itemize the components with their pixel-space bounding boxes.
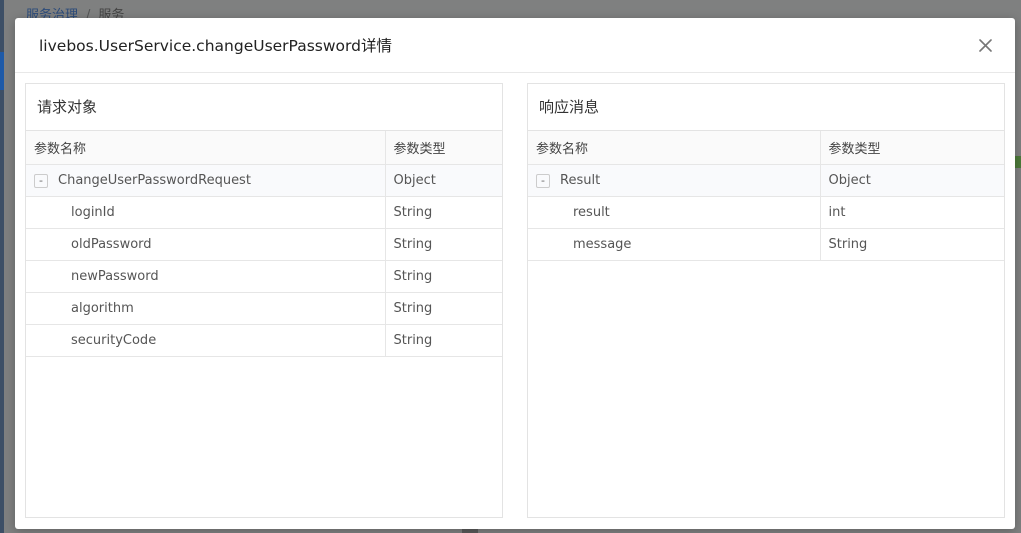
background-status-mark	[1015, 156, 1021, 168]
request-panel: 请求对象 参数名称 参数类型 - ChangeUserPasswordReques…	[25, 83, 503, 518]
table-row[interactable]: - Result Object	[528, 164, 1004, 197]
close-button[interactable]	[975, 35, 995, 55]
table-row[interactable]: result int	[528, 196, 1004, 229]
param-name: ChangeUserPasswordRequest	[58, 173, 251, 188]
param-name: result	[528, 196, 820, 229]
table-row[interactable]: newPassword String	[26, 260, 502, 293]
param-name: message	[528, 228, 820, 261]
modal-title: livebos.UserService.changeUserPassword详情	[39, 37, 392, 55]
response-panel: 响应消息 参数名称 参数类型 - Result Object result in…	[527, 83, 1005, 518]
column-header-type: 参数类型	[819, 131, 1004, 165]
table-row[interactable]: algorithm String	[26, 292, 502, 325]
table-row[interactable]: securityCode String	[26, 324, 502, 357]
param-name: Result	[560, 173, 601, 188]
response-params-table: 参数名称 参数类型 - Result Object result int mess…	[528, 131, 1004, 261]
param-type: String	[384, 260, 502, 293]
param-type: Object	[384, 164, 502, 197]
request-params-table: 参数名称 参数类型 - ChangeUserPasswordRequest Obj…	[26, 131, 502, 357]
table-header-row: 参数名称 参数类型	[528, 131, 1004, 165]
param-type: int	[819, 196, 1004, 229]
service-detail-modal: livebos.UserService.changeUserPassword详情…	[15, 18, 1015, 529]
table-row[interactable]: oldPassword String	[26, 228, 502, 261]
param-type: String	[384, 228, 502, 261]
param-name: loginId	[26, 196, 385, 229]
table-row[interactable]: loginId String	[26, 196, 502, 229]
column-header-name: 参数名称	[528, 131, 820, 165]
column-header-type: 参数类型	[384, 131, 502, 165]
response-panel-title: 响应消息	[528, 84, 1004, 131]
close-icon	[978, 38, 992, 52]
table-row[interactable]: - ChangeUserPasswordRequest Object	[26, 164, 502, 197]
table-header-row: 参数名称 参数类型	[26, 131, 502, 165]
request-panel-title: 请求对象	[26, 84, 502, 131]
collapse-toggle[interactable]: -	[536, 173, 550, 188]
table-row[interactable]: message String	[528, 228, 1004, 261]
param-type: String	[384, 196, 502, 229]
collapse-toggle[interactable]: -	[34, 173, 48, 188]
param-name: newPassword	[26, 260, 385, 293]
column-header-name: 参数名称	[26, 131, 385, 165]
param-type: String	[384, 292, 502, 325]
param-type: String	[819, 228, 1004, 261]
param-name: securityCode	[26, 324, 385, 357]
sidebar-active-indicator	[0, 52, 4, 90]
param-type: String	[384, 324, 502, 357]
modal-header: livebos.UserService.changeUserPassword详情	[15, 18, 1015, 73]
param-name: algorithm	[26, 292, 385, 325]
param-name-cell: - Result	[528, 164, 820, 197]
param-name-cell: - ChangeUserPasswordRequest	[26, 164, 385, 197]
param-type: Object	[819, 164, 1004, 197]
param-name: oldPassword	[26, 228, 385, 261]
